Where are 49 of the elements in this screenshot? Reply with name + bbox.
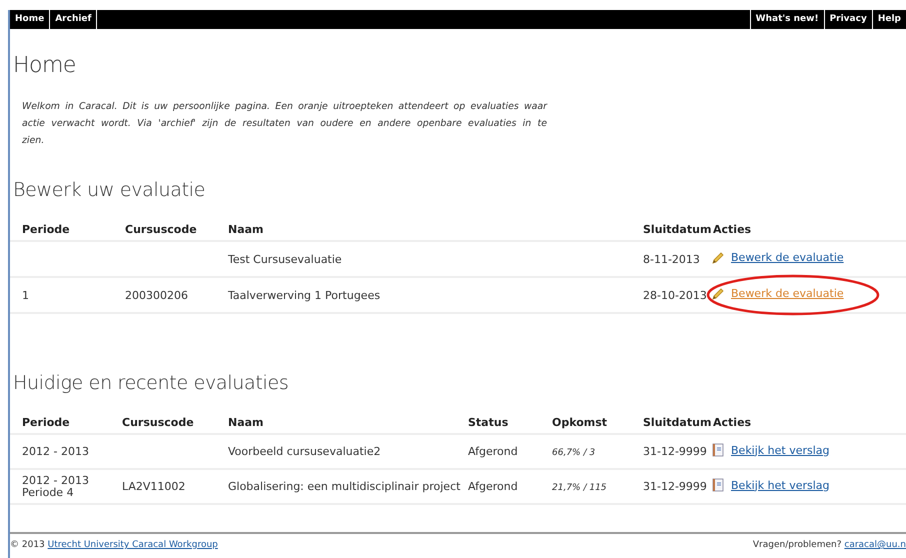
table-cell: Taalverwerving 1 Portugees: [228, 288, 380, 302]
view-report-link[interactable]: Bekijk het verslag: [731, 478, 830, 492]
table-cell: 31-12-9999: [643, 445, 707, 458]
column-header: Status: [468, 416, 508, 429]
column-header: Sluitdatum: [643, 416, 712, 429]
table-cell: Voorbeeld cursusevaluatie2: [228, 445, 381, 458]
column-header: Opkomst: [552, 416, 608, 429]
pencil-icon: [711, 250, 725, 264]
table-cell: Afgerond: [468, 480, 518, 493]
column-header: Naam: [228, 223, 264, 236]
table-cell: Globalisering: een multidisciplinair project: [228, 480, 460, 493]
table-cell: Test Cursusevaluatie: [228, 252, 342, 266]
table-cell: 2012 - 2013 Periode 4: [22, 475, 89, 499]
copyright-text: © 2013 Utrecht University Caracal Workgroup: [10, 540, 218, 550]
column-header: Naam: [228, 416, 264, 429]
table-cell: 200300206: [125, 288, 188, 302]
intro-paragraph: Welkom in Caracal. Dit is uw persoonlijke pagina. Een oranje uitroepteken attendeert op evaluaties waar actie verwacht wordt. Via 'archief' zijn de resultaten van oudere en andere openbare evaluaties in te zien.: [22, 100, 547, 148]
table-cell: 8-11-2013: [643, 252, 700, 266]
table-cell: Afgerond: [468, 445, 518, 458]
column-header: Acties: [713, 223, 752, 236]
document-icon: [711, 478, 725, 492]
pencil-icon: [711, 286, 725, 300]
section-title: Bewerk uw evaluatie: [13, 179, 206, 201]
nav-link[interactable]: Archief: [50, 10, 98, 29]
nav-link[interactable]: What's new!: [750, 10, 824, 29]
table-cell: 21,7% / 115: [552, 483, 607, 493]
table-cell: 28-10-2013: [643, 288, 707, 302]
contact-label: Vragen/problemen?: [752, 540, 842, 550]
table-cell: 66,7% / 3: [552, 448, 596, 458]
column-header: Sluitdatum: [643, 223, 712, 236]
view-report-link[interactable]: Bekijk het verslag: [731, 444, 830, 456]
nav-link[interactable]: Help: [872, 10, 906, 29]
edit-evaluation-link[interactable]: Bewerk de evaluatie: [731, 251, 844, 264]
section-title: Huidige en recente evaluaties: [13, 372, 290, 394]
document-icon: [711, 443, 725, 457]
table-cell: LA2V11002: [122, 480, 186, 493]
column-header: Periode: [22, 223, 70, 236]
table-cell: 1: [22, 288, 29, 302]
column-header: Cursuscode: [125, 223, 197, 236]
column-header: Acties: [713, 416, 752, 429]
page-title: Home: [13, 53, 77, 78]
table-cell: 2012 - 2013: [22, 446, 89, 458]
nav-link[interactable]: Home: [10, 10, 50, 29]
table-cell: 31-12-9999: [643, 480, 707, 493]
nav-link[interactable]: Privacy: [824, 10, 872, 29]
workgroup-link[interactable]: Utrecht University Caracal Workgroup: [48, 540, 218, 550]
column-header: Periode: [22, 416, 70, 429]
column-header: Cursuscode: [122, 416, 194, 429]
email-link[interactable]: caracal@uu.n: [844, 540, 906, 550]
